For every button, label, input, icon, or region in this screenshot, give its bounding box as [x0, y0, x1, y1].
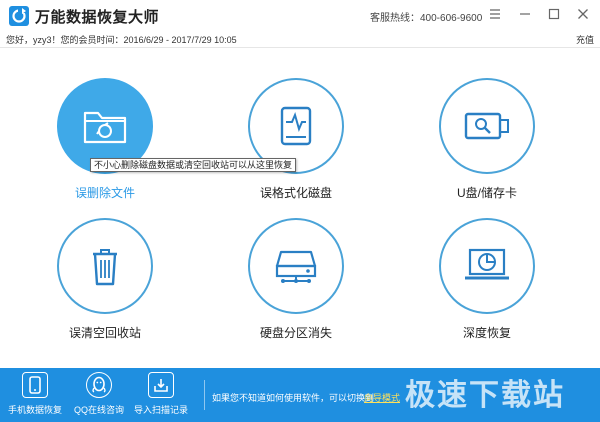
close-icon[interactable] [574, 5, 592, 23]
feature-label: 误删除文件 [74, 186, 135, 200]
mobile-recovery-button[interactable]: 手机数据恢复 [6, 372, 64, 422]
hard-drive-network-icon[interactable] [248, 218, 344, 314]
usb-drive-icon[interactable] [439, 78, 535, 174]
qq-consult-button[interactable]: QQ在线咨询 [70, 372, 128, 422]
member-info-text: 您好，yzy3！您的会员时间：2016/6/29 - 2017/7/29 10:… [6, 35, 237, 45]
bottom-item-label: QQ在线咨询 [73, 405, 124, 415]
bottom-item-label: 手机数据恢复 [7, 405, 62, 415]
bottom-item-label: 导入扫描记录 [133, 405, 188, 415]
feature-usb-card[interactable]: U盘/储存卡 [422, 78, 552, 208]
tooltip: 不小心删除磁盘数据或清空回收站可以从这里恢复 [90, 158, 297, 172]
feature-deep-recovery[interactable]: 深度恢复 [422, 218, 552, 348]
minimize-icon[interactable] [516, 5, 534, 23]
feature-label: 硬盘分区消失 [259, 326, 332, 340]
recharge-link[interactable]: 充值 [576, 33, 594, 46]
member-info-bar: 您好，yzy3！您的会员时间：2016/6/29 - 2017/7/29 10:… [0, 32, 600, 48]
feature-label: U盘/储存卡 [456, 186, 517, 200]
import-scan-record-button[interactable]: 导入扫描记录 [132, 372, 190, 422]
mode-switch-hint: 如果您不知道如何使用软件，可以切换到 [212, 393, 375, 403]
app-title: 万能数据恢复大师 [35, 9, 160, 26]
feature-label: 误清空回收站 [68, 326, 141, 340]
phone-icon [22, 372, 48, 398]
bottom-divider [204, 380, 205, 410]
trash-bin-icon[interactable] [57, 218, 153, 314]
feature-label: 误格式化磁盘 [259, 186, 332, 200]
guide-mode-link[interactable]: 向导模式 [364, 391, 400, 404]
feature-partition-lost[interactable]: 硬盘分区消失 [231, 218, 361, 348]
feature-emptied-recycle-bin[interactable]: 误清空回收站 [40, 218, 170, 348]
settings-icon[interactable] [486, 5, 504, 23]
laptop-disk-icon[interactable] [439, 218, 535, 314]
feature-deleted-files[interactable]: 误删除文件 [40, 78, 170, 208]
watermark: 极速下载站 [405, 378, 565, 413]
feature-label: 深度恢复 [462, 326, 511, 340]
title-bar: 万能数据恢复大师 客服热线：400-606-9600 [0, 0, 600, 32]
import-icon [148, 372, 174, 398]
app-logo-icon [9, 6, 29, 26]
qq-penguin-icon [86, 372, 112, 398]
feature-formatted-disk[interactable]: 误格式化磁盘 [231, 78, 361, 208]
customer-hotline: 客服热线：400-606-9600 [370, 13, 483, 24]
maximize-icon[interactable] [545, 5, 563, 23]
